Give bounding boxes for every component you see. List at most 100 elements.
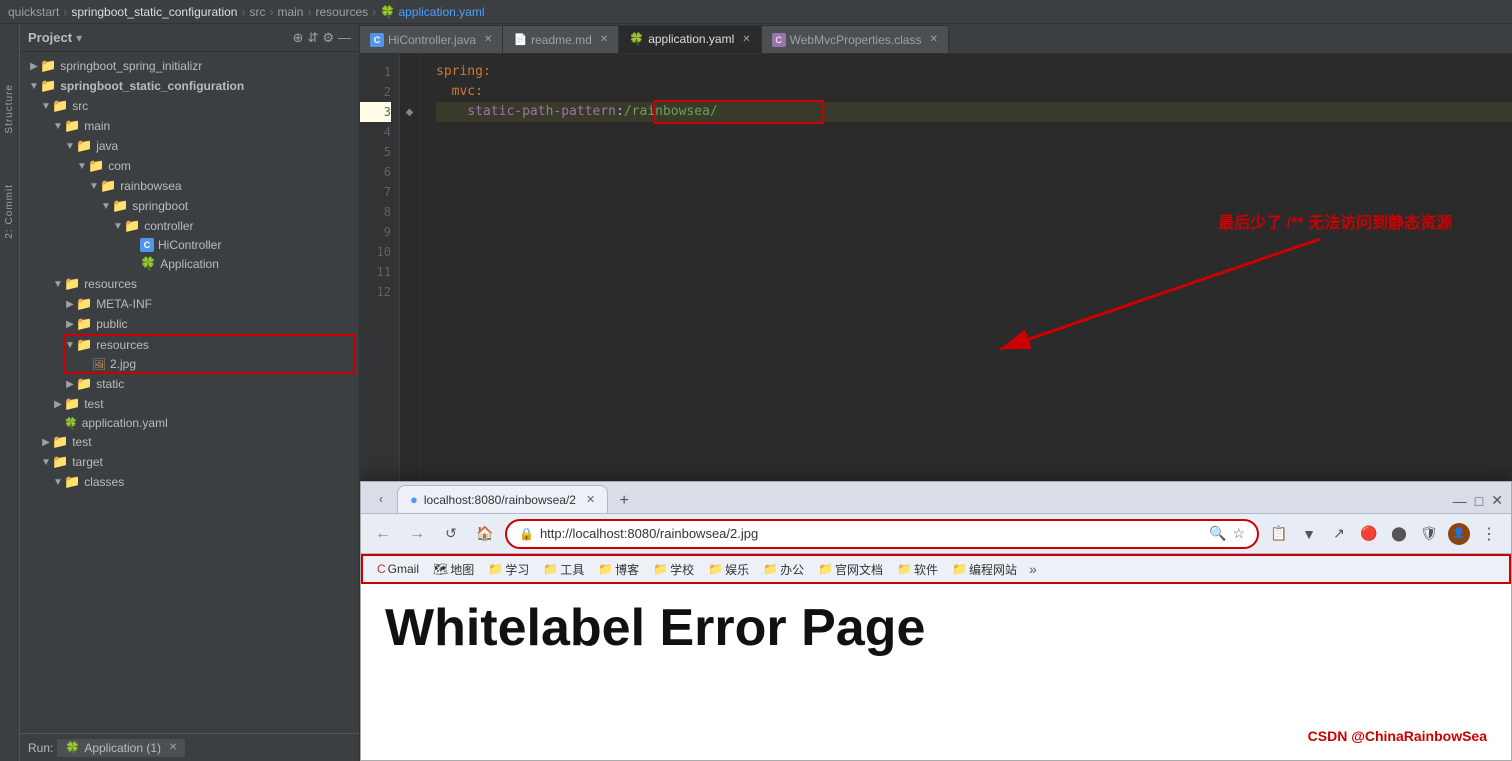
browser-translate-btn[interactable]: ▼	[1295, 520, 1323, 548]
sidebar-icon-minimize[interactable]: —	[338, 30, 351, 46]
tab-application-yaml[interactable]: 🍀 application.yaml ✕	[619, 25, 761, 53]
folder-icon: 📁	[112, 198, 128, 214]
project-dropdown-icon[interactable]: ▾	[76, 31, 82, 45]
run-bar: Run: 🍀 Application (1) ✕	[20, 733, 359, 761]
browser-screenshot-btn[interactable]: ↗	[1325, 520, 1353, 548]
bookmark-office[interactable]: 📁 办公	[757, 559, 810, 580]
tree-item-test2[interactable]: ▶ 📁 test	[20, 432, 359, 452]
tree-item-springboot-static-config[interactable]: ▼ 📁 springboot_static_configuration	[20, 76, 359, 96]
breadcrumb-item-active[interactable]: 🍀 application.yaml	[380, 5, 484, 19]
browser-maximize-btn[interactable]: □	[1475, 493, 1483, 509]
star-icon[interactable]: ☆	[1232, 525, 1245, 542]
tree-item-com[interactable]: ▼ 📁 com	[20, 156, 359, 176]
browser-home-btn[interactable]: 🏠	[471, 520, 499, 548]
tab-close-icon[interactable]: ✕	[929, 34, 937, 45]
tree-item-hicontroller[interactable]: C HiController	[20, 236, 359, 254]
tree-item-public[interactable]: ▶ 📁 public	[20, 314, 359, 334]
bookmark-docs[interactable]: 📁 官网文档	[812, 559, 889, 580]
tree-item-meta-inf[interactable]: ▶ 📁 META-INF	[20, 294, 359, 314]
tree-arrow: ▼	[40, 101, 52, 112]
sidebar-icon-target[interactable]: ⊕	[293, 30, 304, 46]
tree-item-rainbowsea[interactable]: ▼ 📁 rainbowsea	[20, 176, 359, 196]
tree-item-test[interactable]: ▶ 📁 test	[20, 394, 359, 414]
folder-icon-bk: 📁	[818, 562, 833, 576]
browser-extensions-btn[interactable]: 📋	[1265, 520, 1293, 548]
tree-item-label: springboot	[132, 199, 359, 213]
tree-arrow: ▼	[52, 279, 64, 290]
browser-wallet-btn[interactable]: ⬤	[1385, 520, 1413, 548]
browser-back-btn[interactable]: ←	[369, 520, 397, 548]
browser-refresh-btn[interactable]: ↺	[437, 520, 465, 548]
tree-item-label: com	[108, 159, 359, 173]
folder-icon-bk: 📁	[543, 562, 558, 576]
bookmark-blog[interactable]: 📁 博客	[592, 559, 645, 580]
tree-item-src[interactable]: ▼ 📁 src	[20, 96, 359, 116]
address-bar[interactable]: 🔒 http://localhost:8080/rainbowsea/2.jpg…	[505, 519, 1259, 549]
tab-icon-c: C	[370, 33, 384, 47]
breadcrumb-item[interactable]: resources	[315, 5, 368, 19]
browser-tab-close-icon[interactable]: ✕	[586, 493, 595, 506]
tree-item-java[interactable]: ▼ 📁 java	[20, 136, 359, 156]
bookmark-maps[interactable]: 🗺 地图	[427, 559, 480, 580]
tree-item-label: target	[72, 455, 359, 469]
tree-item-target[interactable]: ▼ 📁 target	[20, 452, 359, 472]
bookmark-gmail[interactable]: C Gmail	[371, 560, 425, 578]
tree-item-label: controller	[144, 219, 359, 233]
structure-tab[interactable]: Structure	[4, 84, 15, 134]
browser-tab-scroll-left[interactable]: ‹	[369, 485, 393, 513]
browser-forward-btn[interactable]: →	[403, 520, 431, 548]
bookmark-software[interactable]: 📁 软件	[891, 559, 944, 580]
bookmarks-bar: C Gmail 🗺 地图 📁 学习 📁 工具	[361, 554, 1511, 584]
browser-minimize-btn[interactable]: —	[1453, 493, 1467, 509]
tab-close-icon[interactable]: ✕	[742, 34, 750, 45]
bookmark-study[interactable]: 📁 学习	[482, 559, 535, 580]
tree-item-controller[interactable]: ▼ 📁 controller	[20, 216, 359, 236]
tree-item-application-yaml[interactable]: 🍀 application.yaml	[20, 414, 359, 432]
tree-item-static[interactable]: ▶ 📁 static	[20, 374, 359, 394]
browser-shield-btn[interactable]: 🛡	[1415, 520, 1443, 548]
breadcrumb-item[interactable]: main	[277, 5, 303, 19]
sidebar-icon-settings[interactable]: ⚙	[322, 30, 334, 46]
tree-item-resources-sub[interactable]: ▼ 📁 resources	[20, 335, 359, 355]
bookmark-label: 学校	[670, 561, 694, 578]
browser-close-btn[interactable]: ✕	[1491, 492, 1503, 509]
search-icon[interactable]: 🔍	[1209, 525, 1226, 542]
tab-close-icon[interactable]: ✕	[600, 34, 608, 45]
tree-item-label: java	[96, 139, 359, 153]
run-app-tab[interactable]: 🍀 Application (1) ✕	[57, 739, 185, 757]
commit-tab[interactable]: 2: Commit	[4, 184, 15, 239]
tree-item-2jpg[interactable]: 🖼 2.jpg	[20, 355, 359, 373]
tree-arrow: ▶	[64, 379, 76, 390]
bookmark-entertainment[interactable]: 📁 娱乐	[702, 559, 755, 580]
browser-new-tab-btn[interactable]: +	[612, 489, 636, 513]
browser-avatar-btn[interactable]: 👤	[1445, 520, 1473, 548]
bookmark-label: 官网文档	[835, 561, 883, 578]
tree-item-springboot-spring-initializr[interactable]: ▶ 📁 springboot_spring_initializr	[20, 56, 359, 76]
bookmark-school[interactable]: 📁 学校	[647, 559, 700, 580]
tree-item-main[interactable]: ▼ 📁 main	[20, 116, 359, 136]
tree-item-application[interactable]: 🍀 Application	[20, 254, 359, 274]
tab-hicontroller[interactable]: C HiController.java ✕	[360, 25, 503, 53]
run-close-icon[interactable]: ✕	[169, 742, 177, 753]
browser-tab[interactable]: ● localhost:8080/rainbowsea/2 ✕	[397, 485, 608, 513]
bookmark-label: 博客	[615, 561, 639, 578]
tree-item-label: resources	[96, 338, 359, 352]
tree-item-label: test	[72, 435, 359, 449]
tab-readme[interactable]: 📄 readme.md ✕	[503, 25, 619, 53]
breadcrumb-item[interactable]: src	[249, 5, 265, 19]
bookmark-more-btn[interactable]: »	[1029, 561, 1037, 577]
tree-item-resources[interactable]: ▼ 📁 resources	[20, 274, 359, 294]
bookmark-tools[interactable]: 📁 工具	[537, 559, 590, 580]
browser-profile-btn[interactable]: 🔴	[1355, 520, 1383, 548]
tab-webmvcproperties[interactable]: C WebMvcProperties.class ✕	[762, 25, 949, 53]
breadcrumb-item[interactable]: springboot_static_configuration	[71, 5, 237, 19]
browser-more-btn[interactable]: ⋮	[1475, 520, 1503, 548]
breadcrumb-item[interactable]: quickstart	[8, 5, 59, 19]
folder-icon: 📁	[76, 376, 92, 392]
sidebar-icon-collapse[interactable]: ⇵	[307, 30, 318, 46]
tab-close-icon[interactable]: ✕	[484, 34, 492, 45]
bookmark-programming[interactable]: 📁 编程网站	[946, 559, 1023, 580]
tree-item-classes[interactable]: ▼ 📁 classes	[20, 472, 359, 492]
code-line-10	[436, 242, 1512, 262]
tree-item-springboot[interactable]: ▼ 📁 springboot	[20, 196, 359, 216]
